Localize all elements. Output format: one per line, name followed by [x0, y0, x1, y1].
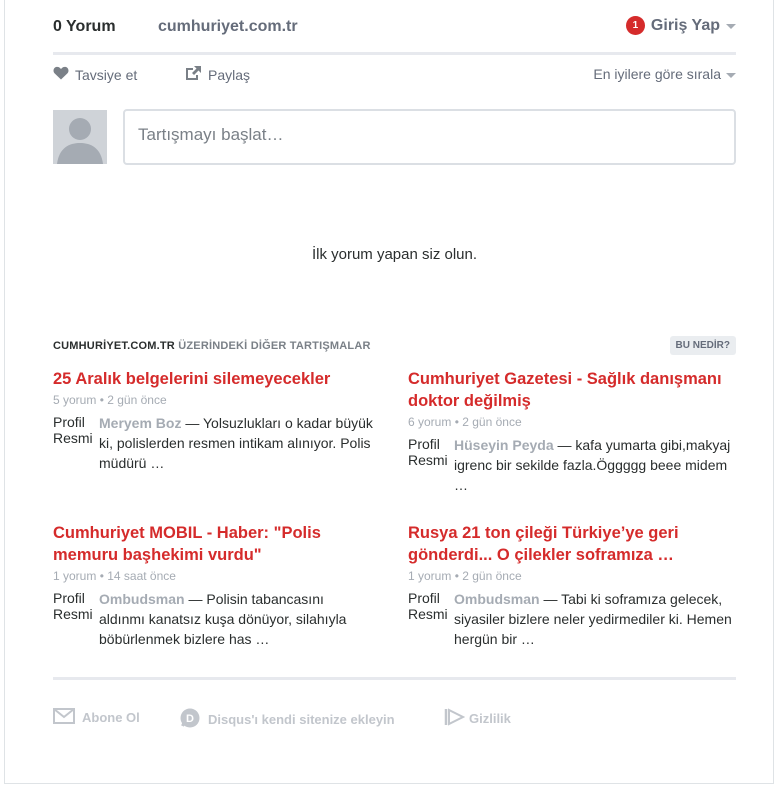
- empty-state-message: İlk yorum yapan siz olun.: [311, 246, 478, 263]
- subscribe-link[interactable]: Abone Ol: [53, 708, 140, 727]
- comment-count[interactable]: 1 yorum: [53, 569, 96, 583]
- what-is-this-button[interactable]: BU NEDİR?: [669, 336, 736, 355]
- comment-author[interactable]: Meryem Boz: [99, 415, 181, 431]
- top-comment[interactable]: Profil Resmi Ombudsman — Polisin tabanca…: [53, 589, 373, 651]
- login-label[interactable]: Giriş Yap: [651, 17, 720, 35]
- discussion-time: 2 gün önce: [462, 415, 522, 429]
- discussion-title[interactable]: 25 Aralık belgelerini silemeyecekler: [53, 368, 373, 390]
- discussion-time: 2 gün önce: [462, 569, 522, 583]
- comment-count[interactable]: 5 yorum: [53, 393, 96, 407]
- share-icon: [185, 66, 201, 83]
- recommend-label: Tavsiye et: [75, 66, 138, 83]
- privacy-link[interactable]: Gizlilik: [443, 708, 511, 729]
- discussion-title[interactable]: Rusya 21 ton çileği Türkiye’ye geri gönd…: [408, 522, 736, 566]
- tab-comment-count[interactable]: 0 Yorum: [53, 18, 116, 36]
- recommend-button[interactable]: Tavsiye et: [53, 66, 137, 83]
- top-comment[interactable]: Profil Resmi Hüseyin Peyda — kafa yumart…: [408, 435, 736, 497]
- other-discussions-label: ÜZERİNDEKİ DİĞER TARTIŞMALAR: [178, 340, 371, 352]
- login-menu[interactable]: 1 Giriş Yap: [625, 16, 736, 35]
- notification-badge[interactable]: 1: [625, 16, 645, 35]
- avatar: Profil Resmi: [408, 435, 448, 469]
- discussion-meta: 6 yorum • 2 gün önce: [408, 415, 522, 429]
- avatar-alt-line1: Profil: [408, 590, 440, 606]
- tab-community[interactable]: cumhuriyet.com.tr: [158, 18, 298, 36]
- sort-label: En iyilere göre sırala: [593, 66, 721, 82]
- top-comment[interactable]: Profil Resmi Meryem Boz — Yolsuzlukları …: [53, 413, 373, 475]
- share-button[interactable]: Paylaş: [185, 66, 250, 83]
- footer: Abone Ol D Disqus'ı kendi sitenize ekley…: [53, 706, 736, 728]
- discussion-meta: 5 yorum • 2 gün önce: [53, 393, 167, 407]
- discussion-card: Cumhuriyet MOBIL - Haber: "Polis memuru …: [53, 522, 373, 651]
- thread-actions: Tavsiye et Paylaş En iyilere göre sırala: [53, 64, 736, 84]
- footer-divider: [53, 677, 736, 680]
- comment-input[interactable]: Tartışmayı başlat…: [123, 109, 736, 165]
- top-comment[interactable]: Profil Resmi Ombudsman — Tabi ki soframı…: [408, 589, 736, 651]
- avatar: Profil Resmi: [408, 589, 448, 623]
- comment-author[interactable]: Hüseyin Peyda: [454, 437, 554, 453]
- discussion-time: 14 saat önce: [107, 569, 176, 583]
- svg-text:D: D: [186, 713, 194, 725]
- top-nav: 0 Yorum cumhuriyet.com.tr 1 Giriş Yap: [53, 0, 736, 55]
- avatar: Profil Resmi: [53, 589, 93, 623]
- chevron-down-icon: [726, 24, 736, 29]
- discussion-title[interactable]: Cumhuriyet MOBIL - Haber: "Polis memuru …: [53, 522, 373, 566]
- avatar-alt-line2: Resmi: [408, 606, 448, 622]
- disqus-icon: D: [180, 708, 200, 731]
- discussion-card: Cumhuriyet Gazetesi - Sağlık danışmanı d…: [408, 368, 736, 497]
- subscribe-label: Abone Ol: [82, 710, 140, 725]
- add-disqus-label: Disqus'ı kendi sitenize ekleyin: [208, 712, 395, 727]
- add-disqus-link[interactable]: D Disqus'ı kendi sitenize ekleyin: [180, 708, 395, 731]
- discussion-card: 25 Aralık belgelerini silemeyecekler 5 y…: [53, 368, 373, 475]
- avatar: Profil Resmi: [53, 413, 93, 447]
- comment-count[interactable]: 6 yorum: [408, 415, 451, 429]
- privacy-icon: [443, 708, 466, 729]
- comment-author[interactable]: Ombudsman: [99, 591, 185, 607]
- sort-dropdown[interactable]: En iyilere göre sırala: [593, 66, 736, 82]
- discussion-meta: 1 yorum • 2 gün önce: [408, 569, 522, 583]
- other-discussions-site[interactable]: CUMHURİYET.COM.TR: [53, 340, 175, 352]
- privacy-label: Gizlilik: [469, 711, 511, 726]
- avatar-alt-line2: Resmi: [53, 430, 93, 446]
- share-label: Paylaş: [208, 66, 251, 83]
- comment-count[interactable]: 1 yorum: [408, 569, 451, 583]
- avatar-alt-line1: Profil: [53, 590, 85, 606]
- other-discussions-header: CUMHURİYET.COM.TR ÜZERİNDEKİ DİĞER TARTI…: [53, 340, 736, 352]
- avatar-alt-line1: Profil: [53, 414, 85, 430]
- avatar-alt-line1: Profil: [408, 436, 440, 452]
- avatar-alt-line2: Resmi: [408, 452, 448, 468]
- envelope-icon: [53, 708, 75, 727]
- discussion-card: Rusya 21 ton çileği Türkiye’ye geri gönd…: [408, 522, 736, 651]
- discussion-time: 2 gün önce: [107, 393, 167, 407]
- comment-author[interactable]: Ombudsman: [454, 591, 540, 607]
- chevron-down-icon: [726, 72, 736, 78]
- discussion-title[interactable]: Cumhuriyet Gazetesi - Sağlık danışmanı d…: [408, 368, 736, 412]
- discussion-meta: 1 yorum • 14 saat önce: [53, 569, 176, 583]
- avatar-alt-line2: Resmi: [53, 606, 93, 622]
- default-avatar-icon: [53, 110, 107, 164]
- heart-icon: [53, 66, 69, 83]
